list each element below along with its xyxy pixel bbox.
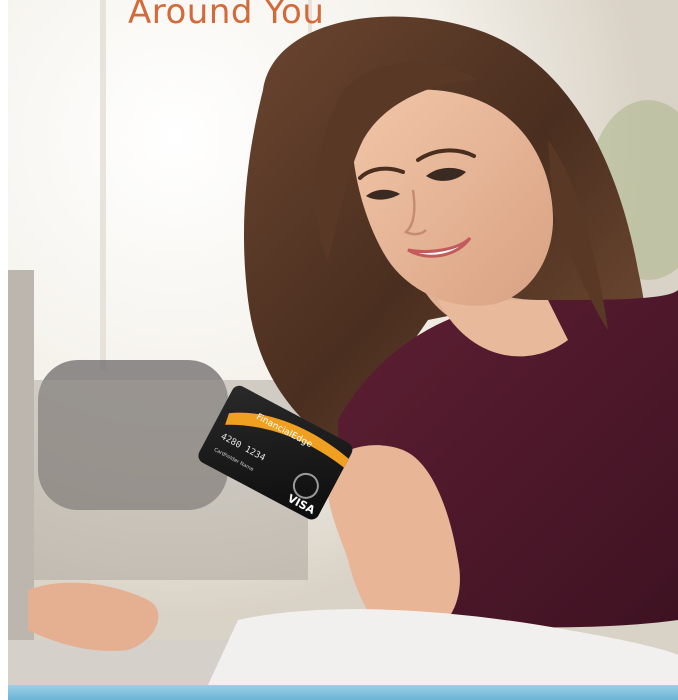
photo-scene: FinancialEdge 4280 1234 Cardholder Name … bbox=[8, 0, 678, 685]
hero-photo: FinancialEdge 4280 1234 Cardholder Name … bbox=[8, 0, 678, 685]
headline-text: Around You bbox=[128, 0, 325, 32]
accent-bar bbox=[8, 685, 678, 700]
window-frame bbox=[100, 0, 106, 370]
